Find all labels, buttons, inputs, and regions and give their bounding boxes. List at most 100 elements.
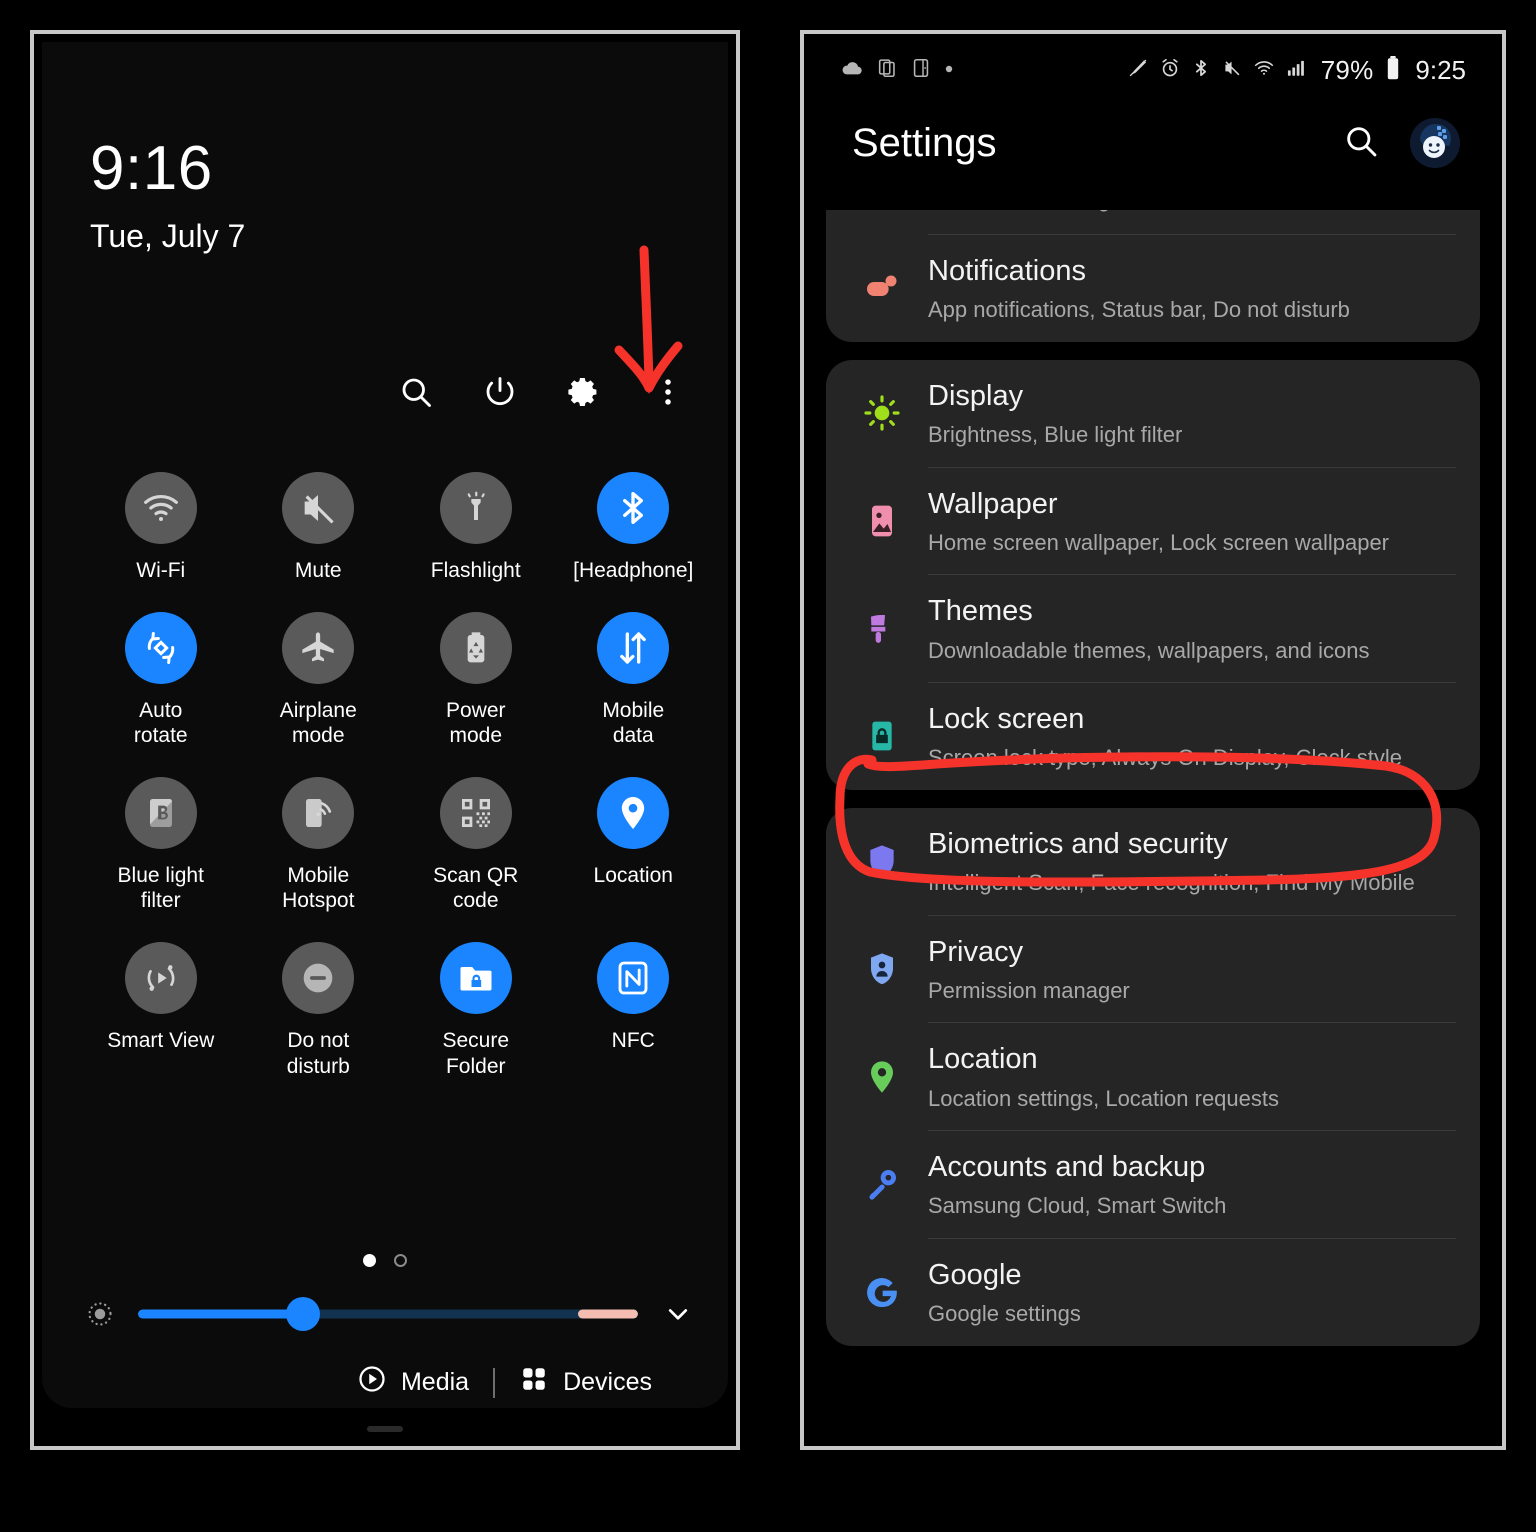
location-pin-icon bbox=[852, 1057, 912, 1097]
qs-tile-power-mode[interactable]: Power mode bbox=[397, 611, 555, 749]
settings-row-text: Accounts and backup Samsung Cloud, Smart… bbox=[912, 1149, 1460, 1220]
lockscreen-clock: 9:16 Tue, July 7 bbox=[90, 138, 245, 253]
qs-tile-label: [Headphone] bbox=[573, 559, 694, 582]
qs-tile-blue-light-filter[interactable]: Blue light filter bbox=[82, 776, 240, 914]
profile-avatar[interactable] bbox=[1410, 118, 1460, 168]
qs-tile-smart-view[interactable]: Smart View bbox=[82, 942, 240, 1079]
nfc-icon bbox=[597, 942, 670, 1015]
hotspot-icon bbox=[282, 776, 355, 849]
slider-thumb[interactable] bbox=[286, 1297, 320, 1331]
qs-tile-scan-qr-code[interactable]: Scan QR code bbox=[397, 776, 555, 914]
settings-row-privacy[interactable]: Privacy Permission manager bbox=[826, 916, 1480, 1023]
status-bar-clock: 9:25 bbox=[1415, 54, 1466, 85]
settings-row-subtitle: Location settings, Location requests bbox=[928, 1085, 1280, 1111]
settings-row-title: Themes bbox=[928, 595, 1033, 628]
devices-label: Devices bbox=[563, 1368, 652, 1396]
do-not-disturb-icon bbox=[282, 942, 355, 1015]
settings-row-subtitle: Brightness, Blue light filter bbox=[928, 422, 1183, 447]
search-icon[interactable] bbox=[1342, 122, 1380, 165]
quick-settings-sheet: 9:16 Tue, July 7 Wi-Fi Mute Flashlight [… bbox=[42, 42, 728, 1432]
qs-tile-label: Flashlight bbox=[430, 559, 521, 582]
settings-row-wallpaper[interactable]: Wallpaper Home screen wallpaper, Lock sc… bbox=[826, 468, 1480, 575]
clipboard-icon bbox=[876, 57, 898, 84]
settings-row-title: Notifications bbox=[928, 255, 1086, 287]
power-icon[interactable] bbox=[480, 372, 520, 412]
devices-button[interactable]: Devices bbox=[519, 1364, 652, 1401]
quick-settings-screenshot: 9:16 Tue, July 7 Wi-Fi Mute Flashlight [… bbox=[30, 30, 740, 1450]
media-button[interactable]: Media bbox=[357, 1364, 469, 1401]
page-dot-active[interactable] bbox=[363, 1254, 376, 1267]
settings-row-text: Sound mode, Ringtone, Volume bbox=[912, 210, 1460, 213]
status-bar: 79% 9:25 bbox=[812, 42, 1494, 98]
status-bar-left-icons bbox=[840, 56, 954, 85]
qs-tile-headphone[interactable]: [Headphone] bbox=[555, 472, 713, 584]
signal-icon bbox=[1285, 57, 1307, 84]
qs-tile-label: Mobile Hotspot bbox=[282, 863, 355, 913]
dot-icon bbox=[944, 61, 954, 79]
settings-row-google[interactable]: Google Google settings bbox=[826, 1239, 1480, 1346]
settings-header: Settings bbox=[812, 98, 1494, 188]
quick-settings-footer: Media Devices bbox=[357, 1364, 652, 1401]
qs-tile-label: Do not disturb bbox=[286, 1029, 350, 1078]
page-dot-inactive[interactable] bbox=[394, 1254, 407, 1267]
settings-row-subtitle: Sound mode, Ringtone, Volume bbox=[928, 210, 1460, 213]
settings-row-accounts-and-backup[interactable]: Accounts and backup Samsung Cloud, Smart… bbox=[826, 1131, 1480, 1238]
notifications-icon bbox=[852, 268, 912, 308]
qs-tile-label: Location bbox=[593, 863, 673, 887]
qs-tile-mobile-hotspot[interactable]: Mobile Hotspot bbox=[240, 776, 398, 914]
settings-row-title: Google bbox=[928, 1258, 1022, 1291]
wifi-icon bbox=[124, 472, 197, 544]
smart-view-icon bbox=[124, 942, 197, 1015]
qr-code-icon bbox=[439, 776, 512, 849]
settings-row-text: Biometrics and security Intelligent Scan… bbox=[912, 826, 1460, 897]
lock-screen-icon bbox=[852, 716, 912, 756]
qs-tile-airplane-mode[interactable]: Airplane mode bbox=[240, 611, 398, 749]
settings-row-location[interactable]: Location Location settings, Location req… bbox=[826, 1023, 1480, 1130]
settings-row-sounds[interactable]: Sound mode, Ringtone, Volume bbox=[826, 210, 1480, 234]
settings-row-subtitle: Downloadable themes, wallpapers, and ico… bbox=[928, 637, 1370, 663]
quick-settings-grid: Wi-Fi Mute Flashlight [Headphone] Auto r… bbox=[82, 472, 712, 1079]
qs-tile-location[interactable]: Location bbox=[555, 776, 713, 914]
blue-light-filter-icon bbox=[124, 776, 197, 849]
chevron-down-icon[interactable] bbox=[658, 1294, 698, 1334]
status-bar-right-icons: 79% 9:25 bbox=[1127, 55, 1466, 86]
search-icon[interactable] bbox=[396, 372, 436, 412]
qs-tile-nfc[interactable]: NFC bbox=[555, 942, 713, 1079]
slider-warm-segment bbox=[578, 1309, 638, 1319]
qs-tile-flashlight[interactable]: Flashlight bbox=[397, 472, 555, 584]
qs-tile-do-not-disturb[interactable]: Do not disturb bbox=[240, 942, 398, 1079]
settings-row-title: Accounts and backup bbox=[928, 1151, 1206, 1183]
cloud-icon bbox=[840, 56, 864, 85]
settings-row-lock-screen[interactable]: Lock screen Screen lock type, Always On … bbox=[826, 683, 1480, 790]
settings-row-notifications[interactable]: Notifications App notifications, Status … bbox=[826, 235, 1480, 342]
qs-tile-auto-rotate[interactable]: Auto rotate bbox=[82, 611, 240, 749]
qs-tile-label: Power mode bbox=[445, 698, 506, 748]
power-mode-icon bbox=[439, 611, 512, 684]
brightness-slider[interactable] bbox=[138, 1297, 638, 1331]
settings-list[interactable]: Sound mode, Ringtone, Volume Notificatio… bbox=[812, 210, 1494, 1438]
settings-row-display[interactable]: Display Brightness, Blue light filter bbox=[826, 360, 1480, 467]
qs-tile-wifi[interactable]: Wi-Fi bbox=[82, 472, 240, 584]
settings-card: Biometrics and security Intelligent Scan… bbox=[826, 807, 1480, 1346]
settings-row-themes[interactable]: Themes Downloadable themes, wallpapers, … bbox=[826, 575, 1480, 682]
settings-row-biometrics-and-security[interactable]: Biometrics and security Intelligent Scan… bbox=[826, 808, 1480, 915]
qs-tile-label: NFC bbox=[611, 1029, 655, 1053]
settings-row-text: Wallpaper Home screen wallpaper, Lock sc… bbox=[912, 486, 1460, 557]
qs-tile-secure-folder[interactable]: Secure Folder bbox=[397, 942, 555, 1079]
qs-tile-mobile-data[interactable]: Mobile data bbox=[555, 611, 713, 749]
drag-handle[interactable] bbox=[367, 1426, 403, 1432]
qs-tile-label: Auto rotate bbox=[133, 698, 188, 748]
settings-row-title: Display bbox=[928, 379, 1024, 412]
settings-row-text: Display Brightness, Blue light filter bbox=[912, 378, 1460, 449]
battery-percent: 79% bbox=[1320, 54, 1374, 85]
more-options-icon[interactable] bbox=[648, 372, 688, 412]
settings-row-subtitle: Permission manager bbox=[928, 977, 1130, 1003]
qs-tile-label: Mobile data bbox=[602, 698, 665, 748]
secure-folder-status-icon bbox=[910, 57, 932, 84]
key-icon bbox=[852, 1164, 912, 1204]
brightness-row bbox=[82, 1294, 698, 1334]
qs-tile-mute[interactable]: Mute bbox=[240, 472, 398, 584]
settings-gear-icon[interactable] bbox=[564, 372, 604, 412]
location-pin-icon bbox=[597, 776, 670, 849]
qs-tile-label: Secure Folder bbox=[442, 1029, 510, 1078]
